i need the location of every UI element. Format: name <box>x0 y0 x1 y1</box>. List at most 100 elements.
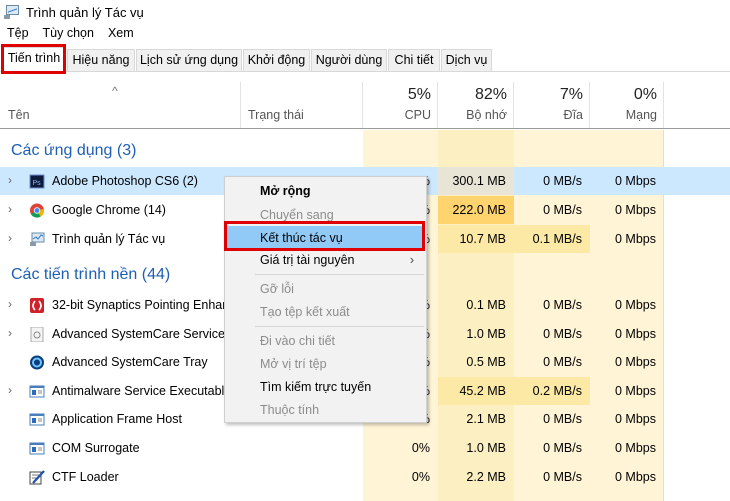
disk-value: 0.1 MB/s <box>514 225 590 253</box>
disk-value: 0 MB/s <box>543 412 582 427</box>
network-label: Mạng <box>625 108 657 122</box>
svg-text:Ps: Ps <box>33 180 42 187</box>
title-bar: Trình quản lý Tác vụ <box>0 0 730 24</box>
cpu-label: CPU <box>404 108 431 122</box>
status-column <box>241 82 363 128</box>
memory-label: Bộ nhớ <box>466 108 507 122</box>
name-column-divider <box>0 82 241 128</box>
memory-value: 300.1 MB <box>438 167 514 195</box>
menu-item-end-task[interactable]: Kết thúc tác vụ <box>227 226 424 250</box>
process-name: CTF Loader <box>52 469 119 484</box>
tab-app-history[interactable]: Lịch sử ứng dụng <box>136 49 242 72</box>
tab-details[interactable]: Chi tiết <box>388 49 440 72</box>
memory-total: 82% <box>474 86 507 103</box>
network-value: 0 Mbps <box>615 232 656 246</box>
network-value: 0 Mbps <box>615 469 656 484</box>
window-app-icon <box>29 441 45 456</box>
memory-value: 10.7 MB <box>438 225 514 253</box>
network-value: 0 Mbps <box>615 412 656 427</box>
cpu-total: 5% <box>407 86 431 103</box>
tab-startup[interactable]: Khởi động <box>243 49 310 72</box>
tab-services[interactable]: Dịch vụ <box>441 49 492 72</box>
network-value: 0 Mbps <box>615 441 656 455</box>
synaptics-icon <box>29 298 45 313</box>
group-apps[interactable]: Các ứng dụng (3) <box>11 142 136 160</box>
chevron-right-icon: › <box>409 253 414 267</box>
memory-value: 222.0 MB <box>438 196 514 224</box>
context-menu: Mở rộng Chuyển sang Kết thúc tác vụ Giá … <box>224 176 427 423</box>
menu-options[interactable]: Tùy chọn <box>36 26 101 40</box>
process-name: Adobe Photoshop CS6 (2) <box>52 174 198 188</box>
process-name: Antimalware Service Executable <box>52 383 232 398</box>
menu-item-search-online[interactable]: Tìm kiếm trực tuyến <box>225 375 426 399</box>
menu-item-expand[interactable]: Mở rộng <box>225 179 426 203</box>
disk-value: 0 MB/s <box>543 469 582 484</box>
menu-bar: Tệp Tùy chọn Xem <box>0 24 730 42</box>
expand-chevron-icon[interactable]: › <box>8 297 12 311</box>
process-name: Google Chrome (14) <box>52 203 166 217</box>
menu-item-debug: Gỡ lỗi <box>260 282 294 296</box>
menu-item-switch-to: Chuyển sang <box>260 208 334 222</box>
disk-value: 0 MB/s <box>543 203 582 217</box>
systemcare-icon <box>29 355 45 370</box>
process-name: Advanced SystemCare Tray <box>52 355 208 370</box>
menu-item-resource-values[interactable]: Giá trị tài nguyên › <box>225 248 426 272</box>
expand-chevron-icon[interactable]: › <box>8 202 12 216</box>
memory-value: 1.0 MB <box>466 326 506 341</box>
memory-value: 1.0 MB <box>466 441 506 455</box>
disk-label: Đĩa <box>563 108 583 122</box>
chrome-icon <box>29 203 45 218</box>
menu-item-properties: Thuộc tính <box>260 403 320 417</box>
network-value: 0 Mbps <box>615 383 656 398</box>
expand-chevron-icon[interactable]: › <box>8 383 12 397</box>
expand-chevron-icon[interactable]: › <box>8 326 12 340</box>
process-name: 32-bit Synaptics Pointing Enhan <box>52 298 230 312</box>
disk-total: 7% <box>559 86 583 103</box>
column-header: ^ Tên Trạng thái 5% CPU 82% Bộ nhớ 7% Đĩ… <box>0 82 730 129</box>
menu-view[interactable]: Xem <box>101 26 141 40</box>
column-network[interactable]: 0% Mạng <box>590 82 664 128</box>
tab-bar: Tiến trình Hiệu năng Lịch sử ứng dụng Kh… <box>0 46 730 73</box>
process-name: Trình quản lý Tác vụ <box>52 232 166 246</box>
service-icon <box>29 326 45 343</box>
disk-value: 0 MB/s <box>543 441 582 455</box>
disk-value: 0.2 MB/s <box>514 376 590 405</box>
memory-value: 45.2 MB <box>438 376 514 405</box>
group-background[interactable]: Các tiến trình nền (44) <box>11 266 170 284</box>
disk-value: 0 MB/s <box>514 167 590 195</box>
column-disk[interactable]: 7% Đĩa <box>514 82 590 128</box>
process-name: Advanced SystemCare Service <box>52 326 225 341</box>
task-manager-icon <box>29 232 45 247</box>
task-manager-icon <box>4 5 20 19</box>
menu-item-resource-values-label: Giá trị tài nguyên <box>260 253 355 267</box>
ctf-loader-icon <box>29 469 45 485</box>
menu-item-go-to-details: Đi vào chi tiết <box>260 334 336 348</box>
expand-chevron-icon[interactable]: › <box>8 231 12 245</box>
memory-value: 0.5 MB <box>466 355 506 370</box>
window-app-icon <box>29 412 45 427</box>
menu-file[interactable]: Tệp <box>0 26 36 40</box>
tab-performance[interactable]: Hiệu năng <box>67 49 135 72</box>
disk-value: 0 MB/s <box>543 298 582 312</box>
cpu-value: 0% <box>411 441 430 455</box>
tab-processes[interactable]: Tiến trình <box>3 47 65 73</box>
menu-separator <box>255 326 424 327</box>
window-title: Trình quản lý Tác vụ <box>26 4 144 20</box>
network-value: 0 Mbps <box>615 298 656 312</box>
memory-value: 2.2 MB <box>466 469 506 484</box>
disk-value: 0 MB/s <box>543 355 582 370</box>
expand-chevron-icon[interactable]: › <box>8 173 12 187</box>
process-row[interactable]: CTF Loader 0% 2.2 MB 0 MB/s 0 Mbps <box>0 463 730 491</box>
menu-item-open-file-location: Mở vị trí tệp <box>260 357 327 371</box>
process-name: COM Surrogate <box>52 441 140 455</box>
network-value: 0 Mbps <box>615 355 656 370</box>
column-memory[interactable]: 82% Bộ nhớ <box>438 82 514 128</box>
process-row[interactable]: COM Surrogate 0% 1.0 MB 0 MB/s 0 Mbps <box>0 434 730 462</box>
menu-separator <box>255 274 424 275</box>
window-app-icon <box>29 384 45 399</box>
column-cpu[interactable]: 5% CPU <box>363 82 438 128</box>
menu-item-create-dump: Tạo tệp kết xuất <box>260 305 350 319</box>
network-total: 0% <box>633 86 657 103</box>
tab-users[interactable]: Người dùng <box>311 49 387 72</box>
disk-value: 0 MB/s <box>543 326 582 341</box>
